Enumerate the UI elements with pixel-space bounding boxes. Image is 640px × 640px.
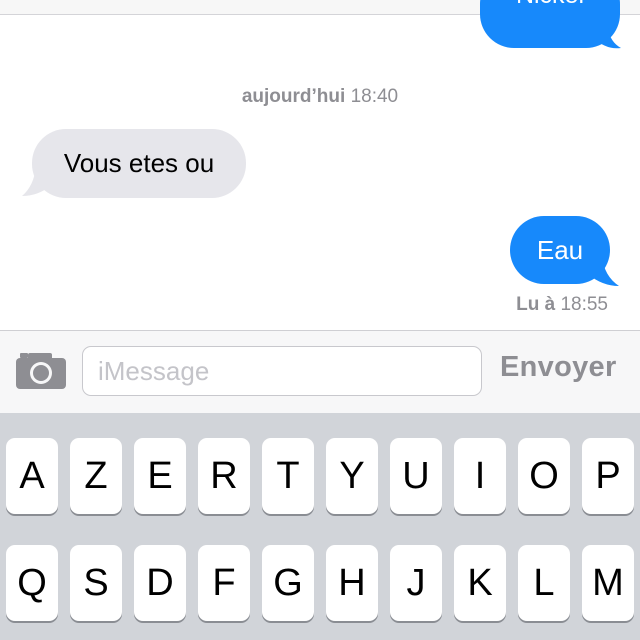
key-z[interactable]: Z (70, 438, 122, 514)
message-text: Eau (536, 234, 584, 265)
key-e[interactable]: E (134, 438, 186, 514)
timestamp-time: 18:40 (350, 86, 399, 107)
key-a[interactable]: A (6, 438, 58, 514)
message-input-bar: Envoyer (0, 330, 640, 414)
timestamp-day: aujourd’hui (241, 86, 346, 107)
bubble-tail (22, 166, 50, 196)
key-s[interactable]: S (70, 545, 122, 621)
read-receipt-time: 18:55 (560, 294, 608, 315)
message-input[interactable] (82, 346, 482, 396)
key-u[interactable]: U (390, 438, 442, 514)
key-r[interactable]: R (198, 438, 250, 514)
keyboard: A Z E R T Y U I O P Q S D F G H J K L M (0, 413, 640, 640)
key-t[interactable]: T (262, 438, 314, 514)
camera-button[interactable] (14, 351, 68, 391)
key-q[interactable]: Q (6, 545, 58, 621)
key-l[interactable]: L (518, 545, 570, 621)
send-button[interactable]: Envoyer (500, 351, 617, 384)
incoming-message-bubble[interactable]: Vous etes ou (32, 129, 246, 198)
read-receipt-label: Lu à (516, 294, 556, 315)
conversation-timestamp: aujourd’hui 18:40 (0, 86, 640, 108)
key-j[interactable]: J (390, 545, 442, 621)
key-p[interactable]: P (582, 438, 634, 514)
key-k[interactable]: K (454, 545, 506, 621)
key-f[interactable]: F (198, 545, 250, 621)
key-i[interactable]: I (454, 438, 506, 514)
key-g[interactable]: G (262, 545, 314, 621)
key-m[interactable]: M (582, 545, 634, 621)
key-o[interactable]: O (518, 438, 570, 514)
message-text: Vous etes ou (63, 148, 215, 178)
key-y[interactable]: Y (326, 438, 378, 514)
key-h[interactable]: H (326, 545, 378, 621)
message-text: Nickel (516, 0, 584, 10)
bubble-tail (588, 256, 619, 286)
read-receipt: Lu à 18:55 (516, 294, 608, 316)
camera-icon (16, 353, 66, 389)
key-d[interactable]: D (134, 545, 186, 621)
bubble-tail (594, 28, 621, 49)
